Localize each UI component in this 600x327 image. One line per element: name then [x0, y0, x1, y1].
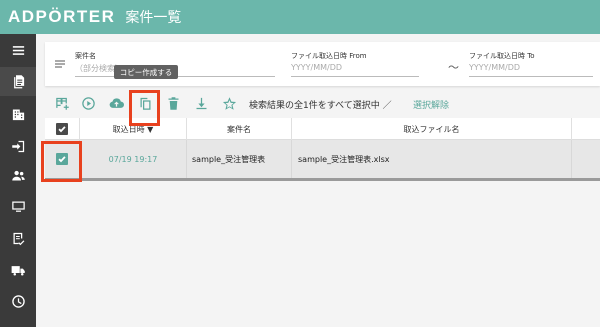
row-checkbox[interactable] [56, 153, 68, 165]
row-select-cell [45, 140, 79, 178]
header-file-name[interactable]: 取込ファイル名 [291, 118, 571, 140]
table-row[interactable]: 07/19 19:17 sample_受注管理表 sample_受注管理表.xl… [45, 140, 600, 178]
cell-extra [571, 140, 600, 178]
copy-tooltip: コピー作成する [114, 65, 178, 79]
filter-lines-icon [55, 60, 65, 68]
import-from-input[interactable]: YYYY/MM/DD [291, 63, 419, 77]
truck-icon [11, 266, 25, 276]
project-name-field: 案件名 （部分検索） [75, 42, 285, 86]
sidebar-item-tasks[interactable] [0, 224, 36, 253]
download-button[interactable] [193, 95, 209, 111]
page-title: 案件一覧 [125, 10, 182, 26]
upload-button[interactable] [108, 95, 124, 111]
import-from-field: ファイル取込日時 From YYYY/MM/DD [291, 42, 431, 86]
play-button[interactable] [80, 95, 96, 111]
selection-status-text: 検索結果の全1件をすべて選択中 ／ [249, 101, 392, 111]
project-name-label: 案件名 [75, 52, 96, 60]
app-header: ADPÖRTER 案件一覧 [0, 0, 600, 34]
cell-project-name[interactable]: sample_受注管理表 [186, 140, 291, 178]
select-all-checkbox[interactable] [56, 123, 68, 135]
import-from-label: ファイル取込日時 From [291, 52, 367, 60]
main-content: 案件名 （部分検索） ファイル取込日時 From YYYY/MM/DD 〜 ファ… [36, 34, 600, 327]
search-panel: 案件名 （部分検索） ファイル取込日時 From YYYY/MM/DD 〜 ファ… [45, 42, 600, 86]
cloud-upload-icon [109, 97, 124, 108]
sidebar-item-users[interactable] [0, 161, 36, 190]
star-outline-icon [222, 96, 236, 110]
import-to-input[interactable]: YYYY/MM/DD [469, 63, 593, 77]
header-project-name[interactable]: 案件名 [186, 118, 291, 140]
cell-file-name[interactable]: sample_受注管理表.xlsx [291, 140, 571, 178]
document-icon [13, 75, 24, 89]
range-separator: 〜 [448, 61, 459, 74]
delete-button[interactable] [165, 95, 181, 111]
sidebar-menu-toggle[interactable] [0, 36, 36, 65]
import-to-label: ファイル取込日時 To [469, 52, 535, 60]
sidebar-item-companies[interactable] [0, 100, 36, 129]
action-toolbar: 検索結果の全1件をすべて選択中 ／ 選択解除 [45, 92, 600, 114]
sidebar-item-display[interactable] [0, 192, 36, 221]
login-icon [11, 140, 24, 153]
header-extra [571, 118, 600, 140]
table-header: 取込日時 ▼ 案件名 取込ファイル名 [45, 118, 600, 140]
download-icon [196, 97, 206, 109]
header-select-all-cell [45, 118, 79, 140]
table-scrollbar[interactable] [45, 178, 600, 181]
favorite-button[interactable] [221, 95, 237, 111]
play-circle-icon [81, 96, 95, 110]
history-icon [11, 295, 25, 308]
sidebar-item-delivery[interactable] [0, 256, 36, 285]
copy-button[interactable] [137, 95, 153, 111]
column-settings-button[interactable] [54, 95, 70, 111]
monitor-icon [11, 201, 25, 212]
trash-icon [168, 96, 178, 110]
building-icon [12, 109, 24, 121]
table-add-icon [55, 97, 69, 110]
people-icon [11, 170, 25, 181]
sidebar-item-projects[interactable] [0, 67, 36, 96]
checkmark-icon [58, 126, 66, 133]
header-imported-at[interactable]: 取込日時 ▼ [79, 118, 186, 140]
sidebar [0, 34, 36, 327]
checkmark-icon [58, 156, 66, 163]
app-logo[interactable]: ADPÖRTER [8, 7, 115, 27]
checklist-icon [13, 232, 24, 246]
cell-imported-at: 07/19 19:17 [79, 140, 186, 178]
sidebar-item-history[interactable] [0, 287, 36, 316]
deselect-link[interactable]: 選択解除 [413, 98, 449, 111]
menu-icon [12, 46, 24, 55]
sidebar-item-import[interactable] [0, 132, 36, 161]
import-to-field: ファイル取込日時 To YYYY/MM/DD [469, 42, 597, 86]
copy-icon [140, 97, 150, 110]
